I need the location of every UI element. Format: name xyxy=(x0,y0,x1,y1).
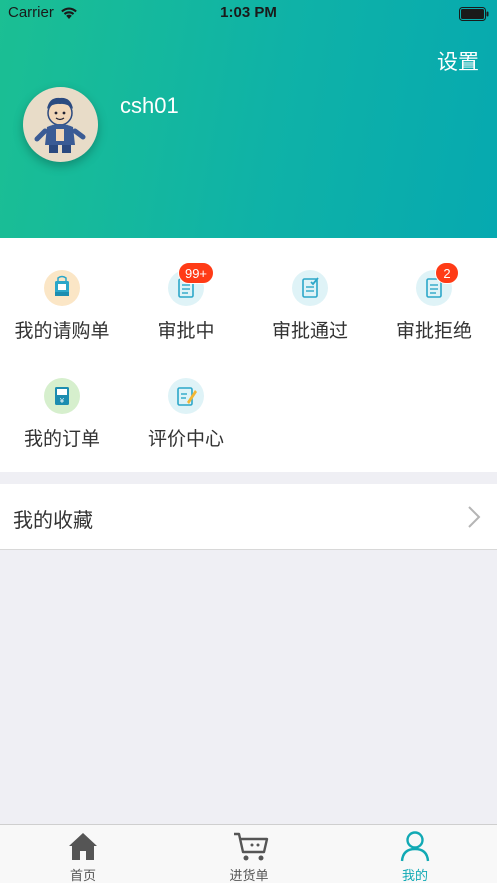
menu-item-my-orders[interactable]: ¥ 我的订单 xyxy=(0,346,124,450)
clock: 1:03 PM xyxy=(220,4,277,21)
home-icon xyxy=(67,830,99,866)
menu-label: 审批拒绝 xyxy=(395,320,472,342)
menu-item-purchase-requests[interactable]: 我的请购单 xyxy=(0,238,124,342)
svg-text:¥: ¥ xyxy=(60,397,65,405)
tab-home[interactable]: 首页 xyxy=(0,825,166,883)
edit-note-icon xyxy=(168,378,204,414)
menu-label: 评价中心 xyxy=(147,428,224,450)
status-bar: Carrier 1:03 PM xyxy=(0,0,497,26)
order-yen-icon: ¥ xyxy=(44,378,80,414)
shopping-bag-icon xyxy=(44,270,80,306)
favorites-row[interactable]: 我的收藏 xyxy=(0,484,497,550)
menu-item-pending-approval[interactable]: 99+ 审批中 xyxy=(124,238,248,342)
tab-mine[interactable]: 我的 xyxy=(332,825,497,883)
menu-label: 我的请购单 xyxy=(14,320,110,342)
favorites-label: 我的收藏 xyxy=(13,508,93,532)
approved-document-icon xyxy=(292,270,328,306)
tab-cart[interactable]: 进货单 xyxy=(166,825,332,883)
chevron-right-icon xyxy=(467,505,481,533)
profile-header: Carrier 1:03 PM 设置 csh01 xyxy=(0,0,497,238)
tab-label: 首页 xyxy=(69,869,96,883)
cart-icon xyxy=(233,830,269,866)
tab-label: 我的 xyxy=(401,869,428,883)
tab-label: 进货单 xyxy=(229,869,269,883)
menu-label: 审批中 xyxy=(157,320,215,342)
menu-label: 我的订单 xyxy=(23,428,100,450)
menu-label: 审批通过 xyxy=(271,320,348,342)
menu-item-review-center[interactable]: 评价中心 xyxy=(124,346,248,450)
avatar[interactable] xyxy=(23,87,98,162)
menu-item-approved[interactable]: 审批通过 xyxy=(248,238,372,342)
username: csh01 xyxy=(120,93,179,118)
menu-item-rejected[interactable]: 2 审批拒绝 xyxy=(372,238,496,342)
order-menu: 我的请购单 99+ 审批中 审批通过 2 审批拒绝 ¥ 我的订单 评价中心 xyxy=(0,238,497,472)
user-icon xyxy=(399,830,431,866)
pending-count-badge: 99+ xyxy=(178,262,214,284)
settings-button[interactable]: 设置 xyxy=(437,46,479,76)
battery-icon xyxy=(459,6,489,25)
tab-bar: 首页 进货单 我的 xyxy=(0,824,497,883)
rejected-count-badge: 2 xyxy=(435,262,459,284)
